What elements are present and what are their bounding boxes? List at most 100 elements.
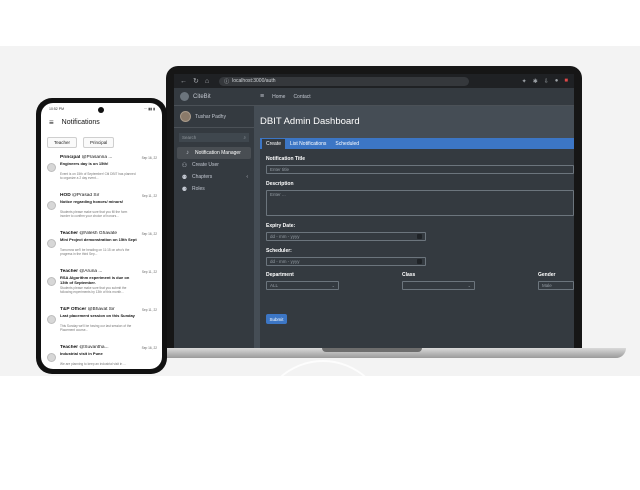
- back-icon[interactable]: ←: [180, 78, 187, 85]
- chevron-down-icon: ⌄: [467, 283, 471, 288]
- department-select[interactable]: ALL ⌄: [266, 281, 339, 290]
- calendar-icon[interactable]: [417, 259, 422, 264]
- sidebar-item-label: Notification Manager: [195, 150, 241, 156]
- brand[interactable]: CiteBit: [174, 88, 254, 106]
- notification-sender: Teacher @Nilesh Ghavate: [60, 231, 138, 236]
- notification-title: RSA Algorithm experiment is due on 13th …: [60, 275, 130, 285]
- browser-actions: ✦ ✱ ⇩ ● ■: [522, 78, 568, 85]
- notification-body: Event is on 15th of September! Citi DBIT…: [60, 172, 136, 180]
- notification-card: Create List Notifications Scheduled Noti…: [260, 138, 574, 350]
- url-text: localhost:3000/auth: [232, 78, 276, 84]
- filter-teacher[interactable]: Teacher: [47, 137, 78, 148]
- page-title: DBIT Admin Dashboard: [260, 116, 360, 127]
- brand-logo: [180, 92, 189, 101]
- status-time: 10:52 PM: [49, 107, 64, 111]
- notification-date: Sep 11, 22: [141, 194, 157, 198]
- notification-title: Last placement session on this Sunday: [60, 313, 135, 318]
- sidebar-item-label: Create User: [192, 162, 219, 168]
- reload-icon[interactable]: ↻: [193, 77, 199, 85]
- notification-item[interactable]: Principal @Prasanna ... Sep 16, 22 Engin…: [47, 155, 157, 193]
- sender-role: HOD: [60, 193, 71, 198]
- department-label: Department: [266, 272, 294, 278]
- notification-item[interactable]: T&P Officer @Bhavat Sir Sep 11, 22 Last …: [47, 307, 157, 345]
- calendar-icon[interactable]: [417, 234, 422, 239]
- search-icon[interactable]: ⌕: [243, 135, 246, 140]
- notification-item[interactable]: HOD @Prasad Sir Sep 11, 22 Notice regard…: [47, 193, 157, 231]
- laptop-frame: ← ↻ ⌂ ⓘ localhost:3000/auth ✦ ✱ ⇩ ● ■ Ci…: [166, 66, 582, 352]
- app-header: ≡ Notifications: [49, 118, 100, 127]
- tab-bar: Create List Notifications Scheduled: [260, 138, 574, 149]
- title-input[interactable]: Enter title: [266, 165, 574, 174]
- notification-title: Industrial visit in Pune: [60, 351, 103, 356]
- notification-body: Tomorrow we'll be heading on 11:15 on wh…: [60, 248, 130, 256]
- brand-name: CiteBit: [193, 93, 211, 100]
- notification-title: Notice regarding honors/ minors!: [60, 199, 124, 204]
- submit-button[interactable]: Submit: [266, 314, 287, 324]
- description-placeholder: Enter ...: [270, 192, 286, 197]
- sender-role: Teacher: [60, 231, 79, 236]
- notification-body: Students please make sure that you submi…: [60, 286, 127, 294]
- notification-date: Sep 11, 22: [141, 270, 157, 274]
- sender-handle: @Prasanna ...: [81, 155, 113, 160]
- notification-icon[interactable]: ■: [564, 78, 568, 85]
- user-name: Tushar Padhy: [195, 113, 226, 120]
- avatar: [47, 201, 56, 210]
- sidebar: CiteBit Tushar Padhy Search ⌕ ♪ Notifica…: [174, 88, 254, 350]
- notification-sender: Teacher @Suvantha...: [60, 345, 138, 350]
- filter-chips: Teacher Principal: [47, 137, 115, 148]
- tab-scheduled[interactable]: Scheduled: [331, 139, 363, 149]
- gender-select[interactable]: Male: [538, 281, 574, 290]
- description-textarea[interactable]: Enter ...: [266, 190, 574, 216]
- title-label: Notification Title: [266, 156, 306, 162]
- notification-item[interactable]: Teacher @Nilesh Ghavate Sep 16, 22 Mini …: [47, 231, 157, 269]
- notification-item[interactable]: Teacher @Suvantha... Sep 16, 22 Industri…: [47, 345, 157, 369]
- nav-link-contact[interactable]: Contact: [293, 94, 310, 100]
- profile-icon[interactable]: ●: [555, 78, 559, 85]
- sender-role: Teacher: [60, 345, 79, 350]
- notification-title: Engineers day is on 15th!: [60, 161, 109, 166]
- expiry-label: Expiry Date:: [266, 223, 296, 229]
- notification-sender: Teacher @Aruna ...: [60, 269, 138, 274]
- puzzle-icon[interactable]: ✱: [533, 78, 538, 85]
- class-select[interactable]: ⌄: [402, 281, 475, 290]
- sender-role: Principal: [60, 155, 81, 160]
- notification-body: We are planning to keep an industrial vi…: [60, 362, 126, 366]
- user-panel[interactable]: Tushar Padhy: [174, 106, 254, 128]
- phone-screen: 10:52 PM ⋯ ▮▮ ▮ ≡ Notifications Teacher …: [41, 103, 162, 369]
- scheduler-placeholder: dd - mm - yyyy: [270, 259, 300, 264]
- gender-label: Gender: [538, 272, 556, 278]
- sidebar-search-input[interactable]: Search ⌕: [179, 133, 249, 142]
- sidebar-item-roles[interactable]: ⚈ Roles: [174, 183, 254, 195]
- sidebar-item-label: Chapters: [192, 174, 213, 180]
- extension-icon[interactable]: ✦: [522, 78, 527, 85]
- home-icon[interactable]: ⌂: [205, 78, 209, 85]
- user-plus-icon: ⚇: [181, 162, 188, 169]
- address-bar[interactable]: ⓘ localhost:3000/auth: [219, 76, 470, 86]
- sidebar-item-create-user[interactable]: ⚇ Create User: [174, 159, 254, 171]
- notification-date: Sep 11, 22: [141, 308, 157, 312]
- avatar: [47, 353, 56, 362]
- sidebar-item-notification-manager[interactable]: ♪ Notification Manager: [177, 147, 251, 159]
- tab-create[interactable]: Create: [262, 139, 286, 149]
- avatar: [47, 277, 56, 286]
- sender-handle: @Nilesh Ghavate: [79, 231, 118, 236]
- filter-principal[interactable]: Principal: [83, 137, 115, 148]
- menu-icon[interactable]: ≡: [260, 93, 264, 100]
- sender-role: T&P Officer: [60, 307, 87, 312]
- sidebar-item-chapters[interactable]: ⚉ Chapters ‹: [174, 171, 254, 183]
- sidebar-search-placeholder: Search: [182, 135, 197, 140]
- notification-sender: Principal @Prasanna ...: [60, 155, 138, 160]
- sender-role: Teacher: [60, 269, 79, 274]
- bell-icon: ♪: [186, 150, 189, 156]
- tab-list-notifications[interactable]: List Notifications: [286, 139, 330, 149]
- menu-icon[interactable]: ≡: [49, 118, 54, 127]
- scheduler-date-input[interactable]: dd - mm - yyyy: [266, 257, 426, 266]
- notification-body: This Sunday we'll be having our last ses…: [60, 324, 132, 332]
- main-content: DBIT Admin Dashboard Create List Notific…: [254, 106, 574, 350]
- avatar: [47, 315, 56, 324]
- expiry-date-input[interactable]: dd - mm - yyyy: [266, 232, 426, 241]
- nav-link-home[interactable]: Home: [272, 94, 285, 100]
- top-navbar: ≡ Home Contact: [254, 88, 574, 106]
- notification-item[interactable]: Teacher @Aruna ... Sep 11, 22 RSA Algori…: [47, 269, 157, 307]
- download-icon[interactable]: ⇩: [544, 78, 549, 85]
